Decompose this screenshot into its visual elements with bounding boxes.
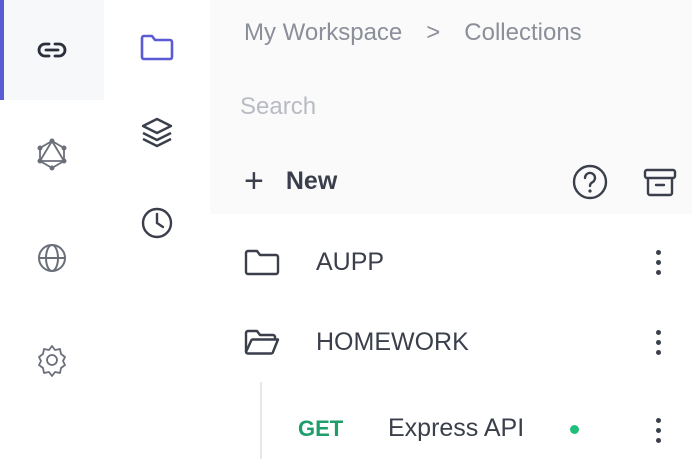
rail-item-graphql[interactable] (0, 104, 104, 204)
history-icon (141, 207, 173, 239)
collections-toolbar: + New (210, 150, 692, 212)
link-icon (37, 42, 67, 58)
secondary-sidebar (104, 0, 210, 459)
collection-row-aupp[interactable]: AUPP (210, 222, 692, 302)
rail-item-settings[interactable] (0, 310, 104, 410)
graphql-icon (37, 138, 67, 171)
more-options-icon[interactable] (648, 322, 668, 362)
breadcrumb-collections[interactable]: Collections (464, 19, 581, 47)
new-button-label: New (285, 166, 338, 195)
globe-icon (38, 244, 66, 272)
plus-icon: + (244, 162, 264, 200)
collections-tree: AUPP HOMEWORK GET Express API (210, 214, 692, 459)
folder-open-icon (242, 322, 282, 362)
sidebar-item-history[interactable] (104, 178, 210, 268)
rail-item-rest[interactable] (0, 0, 104, 100)
layers-icon (141, 117, 173, 148)
primary-rail (0, 0, 104, 459)
folder-icon (242, 242, 282, 282)
archive-icon (643, 168, 677, 197)
rail-item-realtime[interactable] (0, 208, 104, 308)
archive-button[interactable] (640, 162, 680, 202)
collection-name: HOMEWORK (316, 327, 469, 356)
more-options-icon[interactable] (648, 242, 668, 282)
active-status-dot (570, 425, 579, 434)
request-name: Express API (388, 414, 525, 442)
sidebar-item-collections[interactable] (104, 2, 210, 92)
sidebar-item-environments[interactable] (104, 88, 210, 178)
collections-panel: My Workspace > Collections + New (210, 0, 692, 459)
help-icon (572, 164, 608, 200)
request-row[interactable]: GET Express API (210, 390, 692, 459)
more-options-icon[interactable] (648, 410, 668, 450)
help-button[interactable] (570, 162, 610, 202)
collection-name: AUPP (316, 247, 385, 276)
breadcrumb: My Workspace > Collections (244, 16, 582, 50)
settings-icon (38, 345, 66, 377)
search-input[interactable] (240, 88, 660, 126)
request-method: GET (298, 416, 344, 441)
new-collection-button[interactable]: + New (244, 162, 337, 200)
breadcrumb-separator: > (426, 19, 441, 46)
breadcrumb-workspace[interactable]: My Workspace (244, 19, 402, 47)
collection-row-homework[interactable]: HOMEWORK (210, 302, 692, 382)
folder-icon (140, 34, 174, 61)
